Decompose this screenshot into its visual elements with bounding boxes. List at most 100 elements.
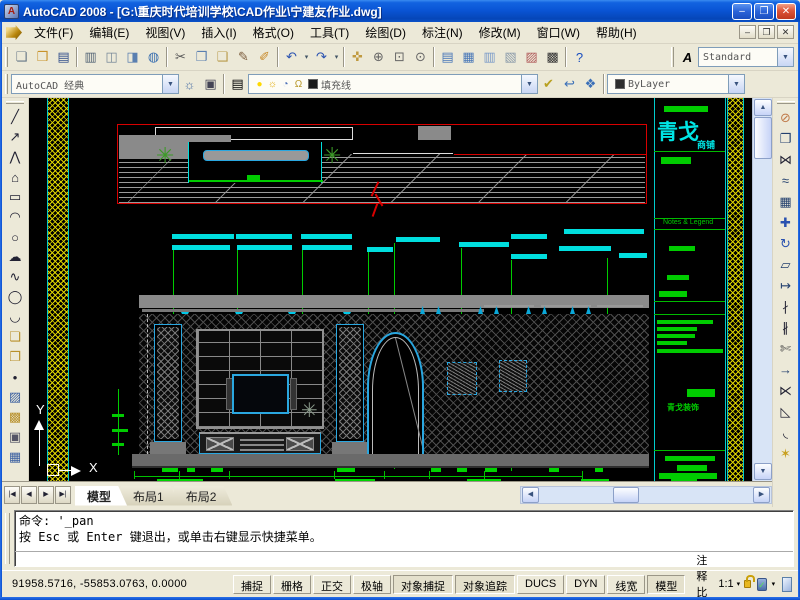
rectangle-icon[interactable]: ▭	[3, 187, 27, 207]
chevron-down-icon[interactable]: ▼	[162, 75, 178, 93]
region-icon[interactable]: ▣	[3, 427, 27, 447]
horizontal-scroll-thumb[interactable]	[613, 487, 639, 503]
construction-line-icon[interactable]: ↗	[3, 127, 27, 147]
make-block-icon[interactable]: ❐	[3, 347, 27, 367]
menu-dimension[interactable]: 标注(N)	[414, 21, 471, 44]
trim-icon[interactable]: ✄	[774, 338, 798, 359]
chevron-down-icon[interactable]: ▼	[521, 75, 537, 93]
fillet-icon[interactable]: ◟	[774, 422, 798, 443]
tab-model[interactable]: 模型	[75, 486, 127, 506]
chevron-down-icon[interactable]: ▼	[777, 48, 793, 66]
tab-next-button[interactable]: ▶	[38, 486, 54, 504]
doc-restore-button[interactable]: ❐	[758, 25, 775, 39]
ortho-toggle[interactable]: 正交	[313, 575, 351, 594]
make-object-layer-current-icon[interactable]: ✔	[538, 74, 559, 95]
match-properties-icon[interactable]: ✎	[233, 47, 254, 68]
status-menu-icon[interactable]: ▾	[772, 580, 776, 588]
hatch-icon[interactable]: ▨	[3, 387, 27, 407]
doc-minimize-button[interactable]: –	[739, 25, 756, 39]
menu-tools[interactable]: 工具(T)	[302, 21, 357, 44]
new-file-icon[interactable]: ❏	[11, 47, 32, 68]
zoom-realtime-icon[interactable]: ⊕	[368, 47, 389, 68]
toolbar-grip[interactable]	[5, 47, 8, 67]
insert-block-icon[interactable]: ❏	[3, 327, 27, 347]
undo-icon[interactable]: ↶	[281, 47, 302, 68]
lock-icon[interactable]	[744, 580, 751, 588]
lock-icon[interactable]: Ω	[292, 79, 305, 90]
redo-dropdown-icon[interactable]: ▾	[332, 47, 341, 68]
my-workspace-icon[interactable]: ▣	[200, 74, 221, 95]
menu-insert[interactable]: 插入(I)	[193, 21, 244, 44]
copy-object-icon[interactable]: ❐	[774, 128, 798, 149]
break-at-point-icon[interactable]: ∤	[774, 296, 798, 317]
scroll-right-button[interactable]: ▶	[753, 487, 770, 503]
sun-icon[interactable]: ☼	[266, 79, 279, 90]
horizontal-scrollbar[interactable]: ◀ ▶	[520, 486, 772, 504]
explode-icon[interactable]: ✶	[774, 443, 798, 464]
publish-icon[interactable]: ◨	[122, 47, 143, 68]
toolbar-grip[interactable]	[5, 74, 8, 94]
doc-close-button[interactable]: ✕	[777, 25, 794, 39]
osnap-toggle[interactable]: 对象捕捉	[393, 575, 453, 594]
menu-window[interactable]: 窗口(W)	[529, 21, 588, 44]
minimize-button[interactable]: –	[732, 3, 752, 20]
mirror-icon[interactable]: ⋈	[774, 149, 798, 170]
color-combo[interactable]: ByLayer ▼	[607, 74, 745, 94]
3d-dwf-icon[interactable]: ◍	[143, 47, 164, 68]
point-icon[interactable]: •	[3, 367, 27, 387]
stretch-icon[interactable]: ↦	[774, 275, 798, 296]
clean-screen-button[interactable]	[782, 577, 792, 592]
restore-button[interactable]: ❐	[754, 3, 774, 20]
gradient-icon[interactable]: ▩	[3, 407, 27, 427]
break-icon[interactable]: ∦	[774, 317, 798, 338]
scroll-left-button[interactable]: ◀	[522, 487, 539, 503]
chevron-down-icon[interactable]: ▼	[728, 75, 744, 93]
undo-dropdown-icon[interactable]: ▾	[302, 47, 311, 68]
toolbar-grip[interactable]	[671, 47, 674, 67]
offset-icon[interactable]: ≈	[774, 170, 798, 191]
pan-icon[interactable]: ✜	[347, 47, 368, 68]
tab-layout2[interactable]: 布局2	[174, 486, 233, 506]
text-style-icon[interactable]: A	[677, 47, 698, 68]
erase-icon[interactable]: ⊘	[774, 107, 798, 128]
arc-icon[interactable]: ◠	[3, 207, 27, 227]
designcenter-icon[interactable]: ▦	[458, 47, 479, 68]
chevron-down-icon[interactable]: ▾	[737, 580, 741, 588]
move-icon[interactable]: ✚	[774, 212, 798, 233]
redo-icon[interactable]: ↷	[311, 47, 332, 68]
revision-cloud-icon[interactable]: ☁	[3, 247, 27, 267]
sheetset-manager-icon[interactable]: ▧	[500, 47, 521, 68]
extend-icon[interactable]: →	[774, 359, 798, 380]
array-icon[interactable]: ▦	[774, 191, 798, 212]
menu-format[interactable]: 格式(O)	[245, 21, 302, 44]
text-style-combo[interactable]: Standard ▼	[698, 47, 794, 67]
rotate-icon[interactable]: ↻	[774, 233, 798, 254]
open-file-icon[interactable]: ❒	[32, 47, 53, 68]
menu-file[interactable]: 文件(F)	[26, 21, 81, 44]
menu-view[interactable]: 视图(V)	[137, 21, 193, 44]
properties-icon[interactable]: ▤	[437, 47, 458, 68]
copy-icon[interactable]: ❐	[191, 47, 212, 68]
layer-previous-icon[interactable]: ↩	[559, 74, 580, 95]
bulb-icon[interactable]: ●	[253, 79, 266, 90]
tool-palettes-icon[interactable]: ▥	[479, 47, 500, 68]
snap-toggle[interactable]: 捕捉	[233, 575, 271, 594]
scale-icon[interactable]: ▱	[774, 254, 798, 275]
ducs-toggle[interactable]: DUCS	[517, 575, 564, 594]
scroll-down-button[interactable]: ▼	[754, 463, 772, 480]
ellipse-icon[interactable]: ◯	[3, 287, 27, 307]
toolbar-grip[interactable]	[777, 101, 795, 104]
plot-preview-icon[interactable]: ◫	[101, 47, 122, 68]
viewport-freeze-icon[interactable]: ◔	[279, 79, 292, 90]
join-icon[interactable]: ⋉	[774, 380, 798, 401]
layer-combo[interactable]: ●☼◔Ω 填充线 ▼	[248, 74, 538, 94]
vertical-scroll-thumb[interactable]	[754, 117, 772, 159]
annotation-visibility-icon[interactable]: ✓	[757, 578, 767, 591]
menu-modify[interactable]: 修改(M)	[471, 21, 529, 44]
spline-icon[interactable]: ∿	[3, 267, 27, 287]
scroll-up-button[interactable]: ▲	[754, 99, 772, 116]
markup-manager-icon[interactable]: ▨	[521, 47, 542, 68]
plot-icon[interactable]: ▥	[80, 47, 101, 68]
cut-icon[interactable]: ✂	[170, 47, 191, 68]
quickcalc-icon[interactable]: ▩	[542, 47, 563, 68]
